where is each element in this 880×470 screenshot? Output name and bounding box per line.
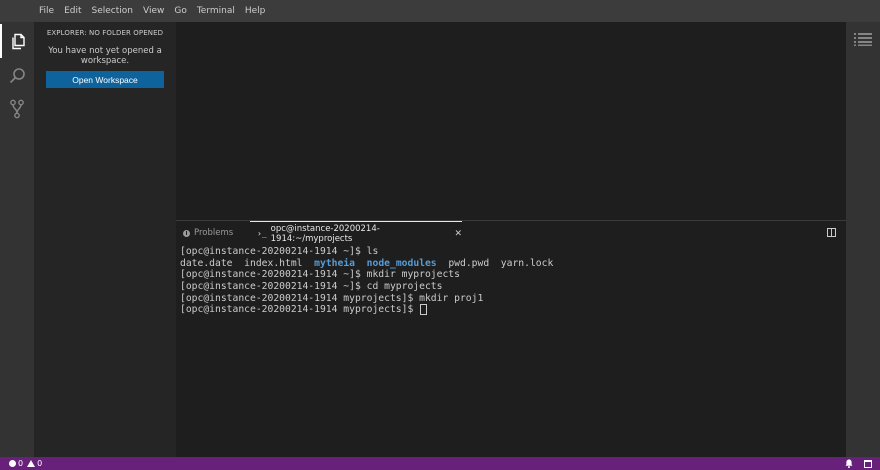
terminal-line: [opc@instance-20200214-1914 myprojects]$ <box>180 304 553 316</box>
directory-name: mytheia <box>314 257 355 269</box>
menu-help[interactable]: Help <box>240 0 271 22</box>
directory-name: node_modules <box>366 257 437 269</box>
search-icon[interactable] <box>0 58 34 92</box>
toggle-panel-icon[interactable] <box>864 459 872 468</box>
activity-bar <box>0 22 34 457</box>
status-bar: 0 0 <box>0 457 880 470</box>
info-icon <box>183 229 190 237</box>
terminal-line: [opc@instance-20200214-1914 ~]$ mkdir my… <box>180 269 460 281</box>
close-icon[interactable]: ✕ <box>454 229 462 239</box>
problems-status[interactable]: 0 0 <box>0 459 46 468</box>
open-workspace-button[interactable]: Open Workspace <box>46 71 164 88</box>
right-activity-bar <box>846 22 880 457</box>
warning-count-value: 0 <box>37 459 43 468</box>
terminal-line: [opc@instance-20200214-1914 ~]$ ls <box>180 246 379 257</box>
menu-go[interactable]: Go <box>169 0 191 22</box>
menu-terminal[interactable]: Terminal <box>192 0 240 22</box>
terminal-line: date.date index.html mytheia node_module… <box>180 257 554 269</box>
editor-area[interactable] <box>176 22 846 220</box>
tab-problems-label: Problems <box>194 228 234 238</box>
menu-edit[interactable]: Edit <box>59 0 86 22</box>
menu-view[interactable]: View <box>138 0 169 22</box>
menu-bar: File Edit Selection View Go Terminal Hel… <box>0 0 880 22</box>
menu-selection[interactable]: Selection <box>87 0 138 22</box>
warning-icon <box>27 460 36 467</box>
error-count-value: 0 <box>18 459 24 468</box>
error-count: 0 <box>9 459 23 468</box>
bell-icon[interactable] <box>845 459 853 468</box>
terminal-line: [opc@instance-20200214-1914 myprojects]$… <box>180 292 484 304</box>
terminal-cursor <box>420 304 428 316</box>
warning-count: 0 <box>27 459 42 468</box>
files-icon[interactable] <box>0 24 34 58</box>
no-workspace-message: You have not yet opened a workspace. <box>48 46 162 66</box>
source-control-icon[interactable] <box>0 92 34 126</box>
terminal-output[interactable]: [opc@instance-20200214-1914 ~]$ ls date.d… <box>180 246 553 316</box>
outline-icon[interactable] <box>854 31 872 50</box>
tab-terminal[interactable]: ›_ opc@instance-20200214-1914:~/myprojec… <box>250 221 462 245</box>
error-icon <box>9 460 16 467</box>
explorer-sidebar: EXPLORER: NO FOLDER OPENED You have not … <box>34 22 176 457</box>
terminal-line: [opc@instance-20200214-1914 ~]$ cd mypro… <box>180 281 443 293</box>
panel-tabs: Problems ›_ opc@instance-20200214-1914:~… <box>176 221 846 245</box>
explorer-title: EXPLORER: NO FOLDER OPENED <box>46 29 164 37</box>
tab-problems[interactable]: Problems <box>183 221 233 245</box>
terminal-prompt-icon: ›_ <box>257 229 267 238</box>
bottom-panel: Problems ›_ opc@instance-20200214-1914:~… <box>176 220 846 457</box>
split-panel-icon[interactable] <box>827 228 836 237</box>
tab-terminal-label: opc@instance-20200214-1914:~/myprojects <box>270 223 380 244</box>
status-right <box>845 459 872 468</box>
menu-file[interactable]: File <box>34 0 59 22</box>
